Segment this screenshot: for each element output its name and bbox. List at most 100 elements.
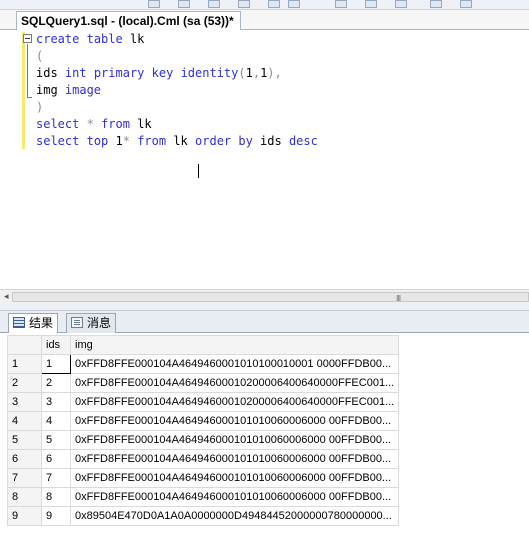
- cell-ids[interactable]: 7: [41, 468, 71, 488]
- table-row[interactable]: 9 9 0x89504E470D0A1A0A0000000D494844520000…: [7, 506, 400, 526]
- toolbar: [0, 0, 529, 10]
- code-line[interactable]: select * from lk: [36, 116, 152, 133]
- grid-icon: [13, 317, 25, 328]
- row-number-cell[interactable]: 1: [7, 354, 42, 374]
- cell-img[interactable]: 0xFFD8FFE000104A464946000101010060006000…: [69, 449, 400, 469]
- horizontal-scrollbar[interactable]: ◂ III: [0, 289, 529, 304]
- code-line[interactable]: create table lk: [36, 31, 144, 48]
- cell-img[interactable]: 0xFFD8FFE000104A464946000101010060006000…: [69, 487, 400, 507]
- cell-ids[interactable]: 8: [41, 487, 71, 507]
- scrollbar-grip-icon: III: [396, 294, 401, 303]
- code-token: lk: [166, 134, 196, 148]
- table-row[interactable]: 7 7 0xFFD8FFE000104A4649460001010100600060…: [7, 468, 400, 488]
- code-token: identity: [180, 66, 239, 80]
- table-row[interactable]: 5 5 0xFFD8FFE000104A4649460001010100600060…: [7, 430, 400, 450]
- toolbar-dropdown[interactable]: [460, 0, 472, 8]
- cell-img[interactable]: 0xFFD8FFE000104A464946000102000064006400…: [69, 392, 400, 412]
- code-line[interactable]: img image: [36, 82, 101, 99]
- results-table: ids img 1 1 0xFFD8FFE000104A46494600010101…: [7, 335, 400, 526]
- code-line[interactable]: (: [36, 48, 43, 65]
- row-number-cell[interactable]: 5: [7, 430, 42, 450]
- cell-ids[interactable]: 6: [41, 449, 71, 469]
- change-tracking-bar: [22, 32, 25, 149]
- row-number-cell[interactable]: 6: [7, 449, 42, 469]
- toolbar-button[interactable]: [208, 0, 220, 8]
- row-number-cell[interactable]: 3: [7, 392, 42, 412]
- table-row[interactable]: 2 2 0xFFD8FFE000104A4649460001020000640064…: [7, 373, 400, 393]
- row-number-cell[interactable]: 2: [7, 373, 42, 393]
- row-number-cell[interactable]: 7: [7, 468, 42, 488]
- cell-ids[interactable]: 3: [41, 392, 71, 412]
- code-token: int: [64, 66, 87, 80]
- toolbar-button[interactable]: [395, 0, 407, 8]
- row-number-cell[interactable]: 8: [7, 487, 42, 507]
- toolbar-button[interactable]: [148, 0, 160, 8]
- toolbar-button[interactable]: [365, 0, 377, 8]
- cell-ids[interactable]: 1: [41, 354, 71, 374]
- column-header-img[interactable]: img: [69, 335, 400, 355]
- toolbar-button[interactable]: [178, 0, 190, 8]
- code-token: ): [36, 100, 44, 114]
- cell-ids[interactable]: 9: [41, 506, 71, 526]
- cell-ids[interactable]: 2: [41, 373, 71, 393]
- code-token: ids: [252, 134, 289, 148]
- code-token: select: [36, 134, 80, 148]
- table-row[interactable]: 6 6 0xFFD8FFE000104A4649460001010100600060…: [7, 449, 400, 469]
- code-token: primary: [93, 66, 145, 80]
- code-token: (: [36, 49, 44, 63]
- results-grid: ids img 1 1 0xFFD8FFE000104A46494600010101…: [0, 333, 529, 551]
- code-token: create: [36, 32, 80, 46]
- cell-img[interactable]: 0x89504E470D0A1A0A0000000D49484452000000…: [69, 506, 400, 526]
- code-line[interactable]: select top 1* from lk order by ids desc: [36, 133, 318, 150]
- cell-ids[interactable]: 4: [41, 411, 71, 431]
- code-line[interactable]: ids int primary key identity(1,1),: [36, 65, 282, 82]
- tab-results[interactable]: 结果: [8, 313, 59, 333]
- cell-img[interactable]: 0xFFD8FFE000104A464946000101010060006000…: [69, 411, 400, 431]
- code-token: img: [36, 83, 65, 97]
- code-line[interactable]: ): [36, 99, 43, 116]
- text-caret: [198, 164, 199, 178]
- collapse-icon[interactable]: [23, 34, 32, 43]
- toolbar-button[interactable]: [288, 0, 300, 8]
- scroll-left-icon[interactable]: ◂: [4, 292, 9, 302]
- tab-results-label: 结果: [29, 316, 54, 330]
- table-row[interactable]: 8 8 0xFFD8FFE000104A4649460001010100600060…: [7, 487, 400, 507]
- row-number-cell[interactable]: 4: [7, 411, 42, 431]
- toolbar-button[interactable]: [430, 0, 442, 8]
- cell-img[interactable]: 0xFFD8FFE000104A464946000101010060006000…: [69, 430, 400, 450]
- code-token: *: [122, 134, 130, 148]
- code-token: top: [86, 134, 109, 148]
- tab-messages-label: 消息: [87, 316, 112, 330]
- document-tab[interactable]: SQLQuery1.sql - (local).Cml (sa (53))*: [16, 11, 241, 30]
- cell-ids[interactable]: 5: [41, 430, 71, 450]
- cell-img[interactable]: 0xFFD8FFE000104A464946000102000064006400…: [69, 373, 400, 393]
- pane-splitter[interactable]: [0, 304, 529, 311]
- column-header-ids[interactable]: ids: [41, 335, 71, 355]
- cell-img[interactable]: 0xFFD8FFE000104A4649460001010100010001 0…: [69, 354, 400, 374]
- code-token: by: [238, 134, 253, 148]
- fold-guide: [27, 44, 28, 98]
- table-row[interactable]: 3 3 0xFFD8FFE000104A4649460001020000640064…: [7, 392, 400, 412]
- toolbar-button[interactable]: [238, 0, 250, 8]
- code-token: ids: [36, 66, 65, 80]
- row-number-cell[interactable]: 9: [7, 506, 42, 526]
- scrollbar-thumb[interactable]: III: [12, 292, 529, 303]
- code-token: lk: [129, 117, 152, 131]
- tab-messages[interactable]: 消息: [66, 313, 117, 333]
- header-row: ids img: [7, 335, 400, 355]
- cell-img[interactable]: 0xFFD8FFE000104A464946000101010060006000…: [69, 468, 400, 488]
- code-token: from: [137, 134, 167, 148]
- fold-guide-end: [27, 97, 32, 98]
- query-editor[interactable]: create table lk( ids int primary key iden…: [0, 30, 529, 289]
- code-token: 1: [245, 66, 253, 80]
- toolbar-button[interactable]: [268, 0, 280, 8]
- corner-cell[interactable]: [7, 335, 42, 355]
- toolbar-button[interactable]: [335, 0, 347, 8]
- table-row[interactable]: 1 1 0xFFD8FFE000104A4649460001010100010001…: [7, 354, 400, 374]
- table-row[interactable]: 4 4 0xFFD8FFE000104A4649460001010100600060…: [7, 411, 400, 431]
